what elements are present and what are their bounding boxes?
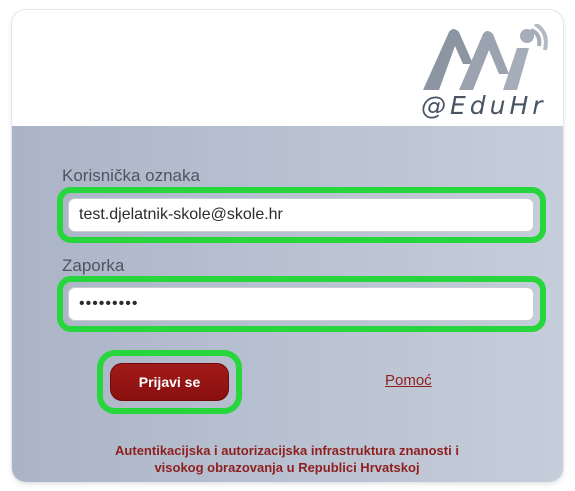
aai-eduhr-logo: @EduHr [419, 22, 551, 120]
login-form: Korisnička oznaka Zaporka ••••••••• Prij… [12, 126, 563, 482]
password-label: Zaporka [62, 256, 125, 275]
username-label: Korisnička oznaka [62, 166, 200, 185]
logo-text: @EduHr [421, 91, 547, 120]
footer-line-1: Autentikacijska i autorizacijska infrast… [115, 443, 459, 458]
aai-logo-icon [423, 22, 548, 90]
login-card: @EduHr Korisnička oznaka Zaporka •••••••… [12, 10, 563, 482]
footer-line-2: visokog obrazovanja u Republici Hrvatsko… [154, 460, 420, 475]
password-input[interactable]: ••••••••• [68, 287, 534, 321]
card-header: @EduHr [12, 10, 563, 126]
help-link[interactable]: Pomoć [385, 372, 432, 389]
login-button[interactable]: Prijavi se [110, 363, 229, 401]
username-input[interactable] [68, 198, 534, 232]
footer-text: Autentikacijska i autorizacijska infrast… [72, 442, 502, 476]
